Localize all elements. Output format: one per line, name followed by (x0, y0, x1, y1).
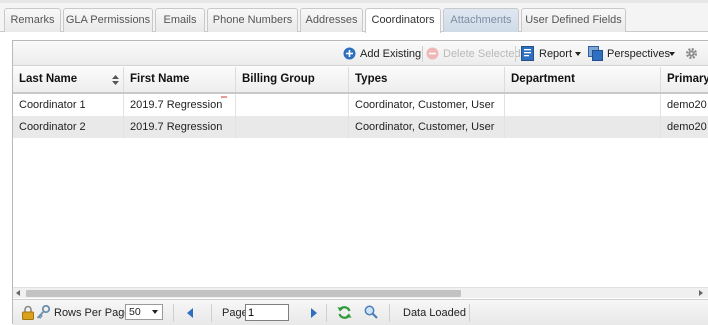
toolbar-divider (515, 46, 516, 62)
add-circle-icon[interactable] (343, 47, 356, 60)
next-page-icon[interactable] (311, 308, 317, 318)
pager-divider (173, 304, 174, 322)
table-row[interactable]: Coordinator 1 2019.7 Regression Coordina… (13, 94, 708, 116)
grid-header-row: Last Name First Name Billing Group Types… (13, 67, 708, 94)
report-icon[interactable] (521, 46, 534, 61)
tab-attachments[interactable]: Attachments (443, 8, 519, 32)
chevron-down-icon[interactable] (669, 52, 675, 56)
key-icon[interactable] (36, 305, 50, 320)
cell-department (505, 116, 661, 138)
cell-first-name: 2019.7 Regression (124, 116, 236, 138)
search-icon[interactable] (364, 305, 378, 319)
perspectives-icon[interactable] (588, 46, 603, 61)
pager-divider (389, 304, 390, 322)
horizontal-scrollbar[interactable] (13, 287, 708, 298)
add-existing-button[interactable]: Add Existing (360, 46, 421, 62)
tab-gla-permissions[interactable]: GLA Permissions (63, 8, 153, 32)
cell-primary: demo20 (667, 99, 707, 111)
scroll-right-icon[interactable] (699, 290, 703, 296)
delete-selected-button: Delete Selected (443, 48, 521, 60)
coordinators-grid-panel: Add Existing Delete Selected Report Pers… (12, 40, 708, 325)
cell-types: Coordinator, Customer, User (349, 94, 505, 116)
tab-phone-numbers[interactable]: Phone Numbers (207, 8, 298, 32)
column-header-first-name[interactable]: First Name (124, 67, 236, 92)
status-text: Data Loaded (403, 307, 466, 319)
cell-first-name-text: 2019.7 Regression (130, 99, 223, 111)
delete-circle-icon (426, 47, 439, 60)
cell-department (505, 94, 661, 116)
column-header-primary[interactable]: Primary (661, 67, 708, 92)
rows-per-page-label: Rows Per Page: (54, 307, 134, 319)
refresh-icon[interactable] (337, 305, 352, 320)
cell-billing-group (236, 94, 349, 116)
lock-icon[interactable] (22, 305, 34, 320)
cell-first-name: 2019.7 Regression (124, 94, 236, 116)
pager-divider (326, 304, 327, 322)
grid-toolbar: Add Existing Delete Selected Report Pers… (13, 41, 708, 66)
chevron-down-icon[interactable] (575, 52, 581, 56)
tab-user-defined-fields[interactable]: User Defined Fields (521, 8, 626, 32)
previous-page-icon[interactable] (187, 308, 193, 318)
rows-per-page-value: 50 (129, 306, 141, 318)
cell-last-name: Coordinator 2 (13, 116, 124, 138)
cell-billing-group (236, 116, 349, 138)
cell-last-name: Coordinator 1 (13, 94, 124, 116)
chevron-down-icon[interactable] (152, 310, 158, 314)
column-header-department[interactable]: Department (505, 67, 661, 92)
column-header-types[interactable]: Types (349, 67, 505, 92)
table-row[interactable]: Coordinator 2 2019.7 Regression Coordina… (13, 116, 708, 138)
cell-primary: demo20 (667, 121, 707, 133)
tab-strip-top-border (0, 0, 708, 3)
column-header-label: Last Name (19, 73, 78, 85)
column-header-billing-group[interactable]: Billing Group (236, 67, 349, 92)
tab-coordinators[interactable]: Coordinators (365, 8, 441, 33)
rows-per-page-select[interactable]: 50 (125, 304, 163, 320)
edited-marker-icon (221, 96, 227, 98)
tab-addresses[interactable]: Addresses (300, 8, 363, 32)
scrollbar-thumb[interactable] (26, 290, 461, 297)
cell-types: Coordinator, Customer, User (349, 116, 505, 138)
tab-emails[interactable]: Emails (155, 8, 205, 32)
page-number-input[interactable] (245, 304, 289, 321)
sort-icon[interactable] (112, 75, 119, 85)
report-menu-button[interactable]: Report (539, 46, 572, 62)
tab-strip: Remarks GLA Permissions Emails Phone Num… (0, 0, 708, 33)
pager-divider (211, 304, 212, 322)
column-header-last-name[interactable]: Last Name (13, 67, 124, 92)
grid-pager: Rows Per Page: 50 Page: Data Loaded (13, 299, 708, 325)
toolbar-divider (422, 46, 423, 62)
perspectives-menu-button[interactable]: Perspectives (607, 46, 670, 62)
tab-remarks[interactable]: Remarks (4, 8, 61, 32)
gear-icon[interactable] (685, 47, 698, 60)
pager-divider (469, 304, 470, 322)
scroll-left-icon[interactable] (16, 290, 20, 296)
